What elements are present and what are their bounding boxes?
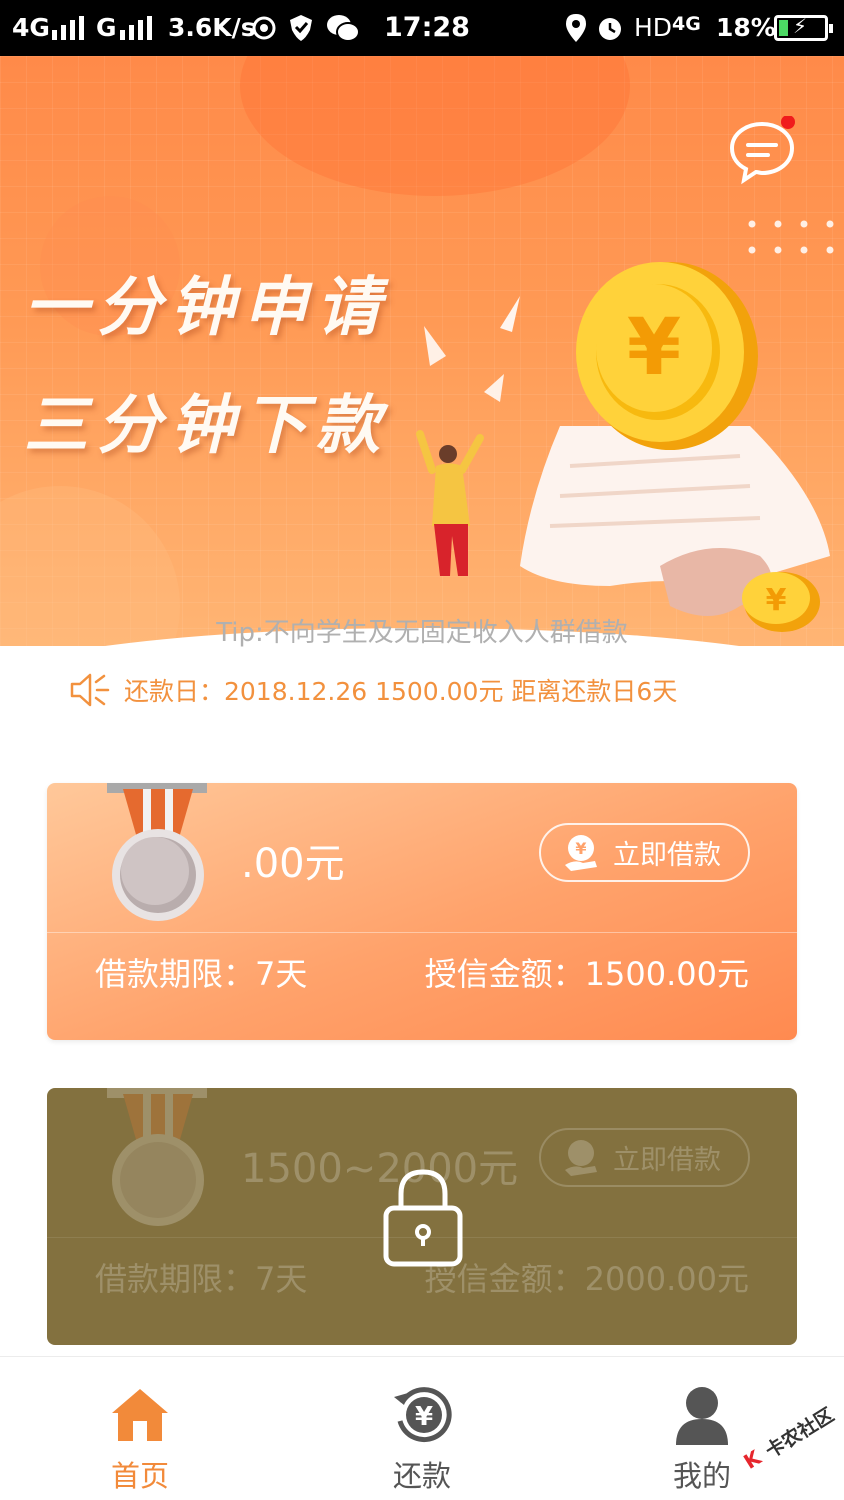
profile-icon xyxy=(676,1387,728,1445)
net-speed: 3.6K/s xyxy=(168,13,256,42)
repay-icon: ¥ xyxy=(394,1387,452,1443)
slogan-line-1: 一分钟申请 xyxy=(24,271,389,345)
loan-card[interactable]: .00元 ¥ 立即借款 借款期限：7天 授信金额：1500.00元 xyxy=(47,783,797,1040)
network-4g-label-2: 4G xyxy=(672,13,701,35)
loan-term: 借款期限：7天 xyxy=(95,955,308,993)
slogan-line-2: 三分钟下款 xyxy=(24,389,389,463)
nav-repay-label: 还款 xyxy=(392,1459,451,1493)
message-icon[interactable] xyxy=(726,116,798,188)
hd-label: HD xyxy=(634,13,673,42)
status-bar: 4G G 3.6K/s 17:28 HD 4G 18% ⚡ xyxy=(0,0,844,56)
svg-text:¥: ¥ xyxy=(415,1402,433,1432)
loan-amount: 1500~2000元 xyxy=(241,1146,519,1192)
coin-symbol: ¥ xyxy=(627,303,681,393)
network-4g-label: 4G xyxy=(12,13,50,42)
loan-card-locked[interactable]: 1500~2000元 立即借款 借款期限：7天 授信金额：2000.00元 xyxy=(47,1088,797,1345)
battery-icon: ⚡ xyxy=(774,14,833,41)
borrow-now-button[interactable]: ¥ 立即借款 xyxy=(539,823,750,882)
loan-term: 借款期限：7天 xyxy=(95,1260,308,1298)
battery-percent: 18% xyxy=(716,13,776,42)
credit-amount: 授信金额：1500.00元 xyxy=(424,955,749,993)
network-g-label: G xyxy=(96,13,117,42)
decor-dots xyxy=(748,220,834,254)
lock-icon xyxy=(383,1169,463,1267)
money-hand-icon xyxy=(565,1139,597,1176)
bottom-nav: 首页 ¥ 还款 我的 xyxy=(0,1356,844,1500)
signal-icon xyxy=(120,16,152,40)
home-icon xyxy=(112,1389,168,1441)
tip-text: Tip:不向学生及无固定收入人群借款 xyxy=(216,618,628,648)
wechat-icon xyxy=(327,15,360,42)
borrow-now-label: 立即借款 xyxy=(613,840,721,871)
medal-icon xyxy=(107,783,207,921)
money-hand-icon: ¥ xyxy=(565,834,597,871)
nav-repay[interactable]: ¥ 还款 xyxy=(322,1357,522,1500)
nav-home-label: 首页 xyxy=(110,1459,169,1493)
shield-icon xyxy=(290,15,312,41)
borrow-now-label: 立即借款 xyxy=(613,1145,721,1176)
credit-amount: 授信金额：2000.00元 xyxy=(424,1260,749,1298)
card-divider xyxy=(47,932,797,933)
signal-icon xyxy=(52,16,84,40)
medal-icon xyxy=(107,1088,207,1226)
alarm-icon xyxy=(599,18,621,40)
speaker-icon xyxy=(70,673,110,707)
promo-banner[interactable]: 一分钟申请 三分钟下款 ¥ ¥ xyxy=(0,56,844,646)
svg-text:¥: ¥ xyxy=(575,839,586,858)
repay-notice[interactable]: 还款日：2018.12.26 1500.00元 距离还款日6天 xyxy=(68,668,677,712)
nav-home[interactable]: 首页 xyxy=(40,1357,240,1500)
location-icon xyxy=(566,14,586,42)
clock: 17:28 xyxy=(384,12,470,43)
repay-notice-text: 还款日：2018.12.26 1500.00元 距离还款日6天 xyxy=(124,677,678,706)
hotspot-icon xyxy=(252,16,276,40)
loan-amount: .00元 xyxy=(241,841,345,887)
coin-illustration: ¥ ¥ xyxy=(416,262,830,632)
borrow-now-button: 立即借款 xyxy=(539,1128,750,1187)
